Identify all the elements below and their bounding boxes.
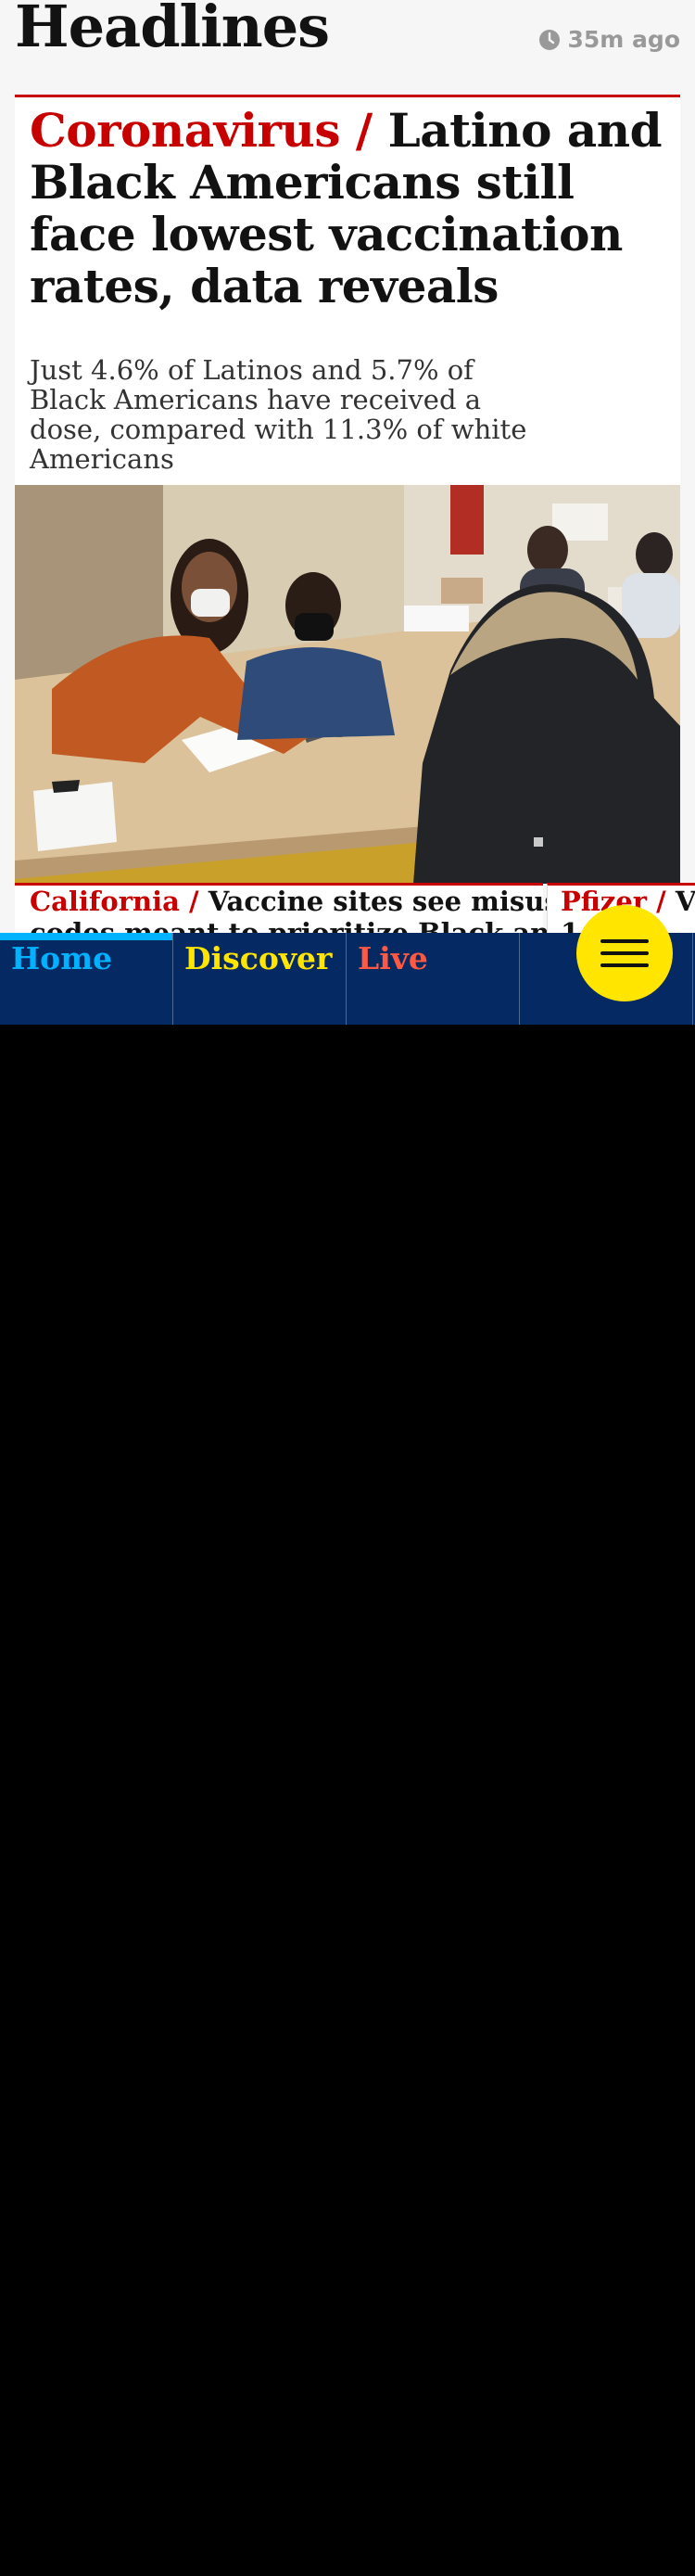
main-story-card[interactable]: Coronavirus / Latino and Black Americans… <box>15 95 680 886</box>
clock-icon <box>538 29 560 50</box>
main-headline[interactable]: Coronavirus / Latino and Black Americans… <box>30 105 669 312</box>
vaccination-site-photo <box>15 485 680 884</box>
story-image[interactable] <box>15 485 680 884</box>
app-screen: Headlines 35m ago Coronavirus / Latino a… <box>0 0 695 1025</box>
nav-live[interactable]: Live <box>347 933 520 1025</box>
menu-button[interactable] <box>576 905 673 1001</box>
story-kicker: California / <box>30 886 199 917</box>
hamburger-menu-icon <box>600 963 649 967</box>
story-kicker: Coronavirus / <box>30 103 373 158</box>
headline-text: Va <box>675 886 695 917</box>
nav-discover[interactable]: Discover <box>173 933 347 1025</box>
timestamp: 35m ago <box>538 26 680 53</box>
hamburger-menu-icon <box>600 939 649 943</box>
timestamp-text: 35m ago <box>567 26 680 53</box>
header: Headlines 35m ago <box>15 0 680 93</box>
standfirst: Just 4.6% of Latinos and 5.7% of Black A… <box>30 354 527 475</box>
page-title: Headlines <box>15 0 330 60</box>
nav-home[interactable]: Home <box>0 933 173 1025</box>
hamburger-menu-icon <box>600 951 649 955</box>
